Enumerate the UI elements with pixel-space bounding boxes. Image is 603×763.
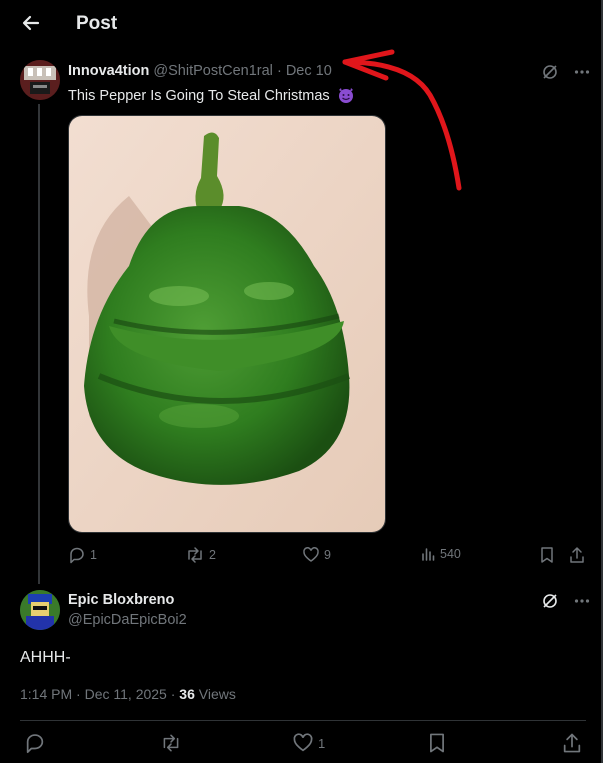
repost-icon — [188, 547, 202, 563]
grok-icon[interactable] — [541, 592, 559, 610]
views-button[interactable]: 540 — [420, 546, 461, 562]
reply-icon — [70, 547, 84, 564]
reply-author-name[interactable]: Epic Bloxbreno — [68, 592, 174, 608]
reply-author-handle[interactable]: @EpicDaEpicBoi2 — [68, 612, 187, 628]
post-media-image[interactable] — [68, 115, 386, 533]
smiling-devil-emoji-icon — [338, 88, 353, 103]
reply-views-count: 36 — [179, 686, 195, 702]
reply-count: 1 — [90, 548, 97, 562]
analytics-icon — [422, 548, 435, 561]
share-icon — [563, 733, 581, 753]
post-text-content: This Pepper Is Going To Steal Christmas — [68, 88, 330, 104]
reply-time[interactable]: 1:14 PM — [20, 686, 72, 702]
heart-icon — [293, 733, 313, 752]
avatar[interactable] — [20, 60, 60, 100]
repost-button[interactable] — [160, 732, 182, 754]
share-button[interactable] — [561, 732, 583, 754]
reply-views-label: Views — [198, 686, 236, 702]
thread-line — [38, 104, 40, 584]
bookmark-icon — [430, 733, 444, 753]
reply-icon — [26, 734, 44, 754]
bookmark-button[interactable] — [539, 546, 555, 564]
share-icon — [570, 547, 584, 563]
post-actions: 1 2 9 540 — [68, 546, 588, 568]
repost-count: 2 — [209, 548, 216, 562]
share-button[interactable] — [568, 546, 586, 564]
reply-button[interactable] — [24, 732, 46, 754]
reply-button[interactable]: 1 — [68, 546, 97, 564]
reply-meta: 1:14 PM · Dec 11, 2025 · 36 Views — [20, 686, 236, 702]
reply-date[interactable]: Dec 11, 2025 — [85, 686, 167, 702]
post-top-icons — [541, 63, 591, 81]
back-button[interactable] — [18, 10, 44, 36]
page-title: Post — [76, 13, 118, 34]
grok-icon[interactable] — [541, 63, 559, 81]
post-header: Innova4tion @ShitPostCen1ral · Dec 10 — [68, 63, 332, 79]
reply-actions: 1 — [0, 732, 601, 758]
post-text: This Pepper Is Going To Steal Christmas — [68, 86, 355, 104]
author-name[interactable]: Innova4tion — [68, 63, 149, 79]
more-icon[interactable] — [573, 592, 591, 610]
pepper-photo — [69, 116, 385, 532]
divider — [20, 720, 586, 721]
reply-top-icons — [541, 592, 591, 610]
arrow-left-icon — [22, 15, 40, 31]
like-count: 9 — [324, 548, 331, 562]
author-handle[interactable]: @ShitPostCen1ral — [153, 63, 273, 79]
avatar[interactable] — [20, 590, 60, 630]
post-date[interactable]: Dec 10 — [286, 63, 332, 79]
like-button[interactable]: 9 — [302, 546, 331, 564]
separator: · — [276, 63, 282, 79]
bookmark-icon — [541, 547, 553, 563]
heart-icon — [303, 547, 319, 562]
view-count: 540 — [440, 547, 461, 561]
page-header: Post — [0, 0, 601, 50]
reply-text: AHHH- — [20, 649, 71, 666]
repost-icon — [163, 734, 179, 752]
repost-button[interactable]: 2 — [185, 546, 216, 564]
like-button[interactable]: 1 — [292, 732, 325, 754]
like-count: 1 — [318, 735, 326, 751]
more-icon[interactable] — [573, 63, 591, 81]
bookmark-button[interactable] — [427, 732, 447, 754]
